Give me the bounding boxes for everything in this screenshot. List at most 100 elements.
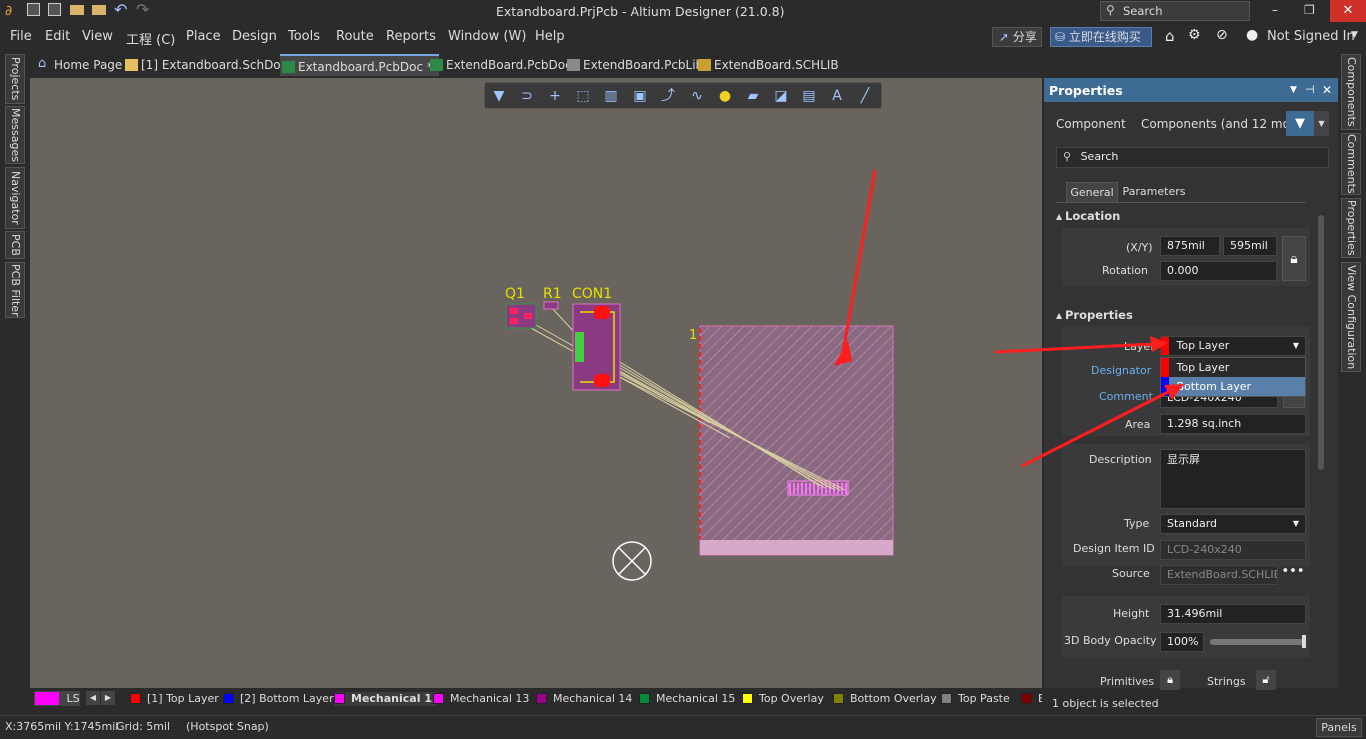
crosshair-icon[interactable]: +	[545, 86, 565, 106]
height-field[interactable]: 31.496mil	[1160, 604, 1306, 624]
menu-tools[interactable]: Tools	[288, 29, 320, 44]
dimension-icon[interactable]: ▤	[799, 86, 819, 106]
save-icon[interactable]	[27, 3, 40, 16]
layer-tab-mechanical-1[interactable]: Mechanical 1	[334, 692, 436, 706]
select-rect-icon[interactable]: ⬚	[573, 86, 593, 106]
open-icon[interactable]	[70, 5, 84, 15]
gear-icon[interactable]: ⚙	[1188, 27, 1201, 43]
panel-close-icon[interactable]: ✕	[1322, 83, 1332, 97]
layer-option-top[interactable]: Top Layer	[1161, 358, 1305, 377]
source-more-button[interactable]: •••	[1280, 565, 1306, 585]
filter-button[interactable]: ▼	[1286, 111, 1314, 136]
layer-tab-more[interactable]: B	[1021, 692, 1042, 706]
open-project-icon[interactable]	[92, 5, 106, 15]
strings-lock-icon[interactable]: 🔓︎	[1256, 670, 1276, 690]
tab-pcbdoc-active[interactable]: Extandboard.PcbDoc *	[280, 54, 439, 76]
filter-icon[interactable]: ▼	[489, 86, 509, 106]
layer-select[interactable]: Top Layer ▼	[1160, 336, 1306, 356]
route-icon[interactable]: ⤴	[658, 86, 678, 106]
menu-help[interactable]: Help	[535, 29, 565, 44]
buy-online-button[interactable]: ⛁ 立即在线购买	[1050, 27, 1152, 47]
panels-button[interactable]: Panels	[1316, 718, 1362, 737]
pin-icon[interactable]: ●	[715, 86, 735, 106]
layer-tab-bottom-overlay[interactable]: Bottom Overlay	[833, 692, 937, 706]
menu-place[interactable]: Place	[186, 29, 221, 44]
r1-body[interactable]	[543, 301, 559, 310]
layer-tab-top[interactable]: [1] Top Layer	[130, 692, 219, 706]
layer-scroll-right-icon[interactable]: ▶	[101, 691, 115, 705]
layer-tab-top-paste[interactable]: Top Paste	[941, 692, 1010, 706]
opacity-slider-thumb[interactable]	[1302, 635, 1306, 648]
tune-icon[interactable]: ∿	[687, 86, 707, 106]
collapse-properties-icon[interactable]: ▲	[1056, 311, 1062, 320]
save-all-icon[interactable]	[48, 3, 61, 16]
tab-parameters[interactable]: Parameters	[1120, 182, 1188, 202]
layer-tab-mechanical-14[interactable]: Mechanical 14	[536, 692, 632, 706]
panel-tab-properties[interactable]: Properties	[1341, 198, 1361, 258]
maximize-button[interactable]: ❐	[1304, 3, 1315, 17]
layer-tab-mechanical-15[interactable]: Mechanical 15	[639, 692, 735, 706]
x-field[interactable]: 875mil	[1160, 236, 1220, 256]
polygon-icon[interactable]: ▰	[743, 86, 763, 106]
opacity-field[interactable]: 100%	[1160, 632, 1204, 652]
lcd-component-body[interactable]	[699, 325, 894, 556]
description-field[interactable]: 显示屏	[1160, 449, 1306, 509]
chevron-down-icon[interactable]: ▼	[1351, 30, 1358, 40]
panel-menu-icon[interactable]: ▼	[1290, 85, 1297, 95]
filter-value[interactable]: Components (and 12 more)	[1141, 117, 1307, 131]
location-header[interactable]: Location	[1065, 209, 1120, 223]
opacity-slider-track[interactable]	[1210, 639, 1306, 645]
layer-tab-mechanical-13[interactable]: Mechanical 13	[433, 692, 529, 706]
redo-icon[interactable]: ↷	[136, 0, 149, 19]
tab-home-page[interactable]: ⌂ Home Page	[36, 54, 122, 76]
menu-view[interactable]: View	[82, 29, 113, 44]
keepout-icon[interactable]: ◪	[771, 86, 791, 106]
lock-icon[interactable]: 🔒︎	[1282, 236, 1306, 281]
text-icon[interactable]: A	[827, 86, 847, 106]
tab-pcblib[interactable]: ExtendBoard.PcbLib	[565, 54, 703, 76]
layer-tab-top-overlay[interactable]: Top Overlay	[742, 692, 824, 706]
tab-schlib[interactable]: ExtendBoard.SCHLIB	[696, 54, 839, 76]
layer-tab-bottom[interactable]: [2] Bottom Layer	[223, 692, 334, 706]
magnet-icon[interactable]: ⊃	[517, 86, 537, 106]
panel-tab-view-configuration[interactable]: View Configuration	[1341, 262, 1361, 372]
panel-tab-comments[interactable]: Comments	[1341, 133, 1361, 195]
panel-tab-navigator[interactable]: Navigator	[5, 167, 25, 229]
pcb-canvas[interactable]: Q1 R1 CON1 1	[30, 78, 1042, 688]
panel-tab-messages[interactable]: Messages	[5, 106, 25, 164]
panel-pin-icon[interactable]: ⊣	[1305, 83, 1315, 96]
tab-general[interactable]: General	[1066, 182, 1118, 202]
filter-dropdown[interactable]: ▼	[1314, 111, 1329, 136]
panel-tab-pcb-filter[interactable]: PCB Filter	[5, 262, 25, 318]
menu-route[interactable]: Route	[336, 29, 374, 44]
layer-scroll-left-icon[interactable]: ◀	[86, 691, 100, 705]
home-icon[interactable]: ⌂	[1165, 27, 1175, 45]
notifications-off-icon[interactable]: ⊘	[1216, 27, 1228, 43]
share-button[interactable]: ➚ 分享	[992, 27, 1042, 47]
type-select[interactable]: Standard ▼	[1160, 514, 1306, 534]
menu-design[interactable]: Design	[232, 29, 277, 44]
menu-window[interactable]: Window (W)	[448, 29, 526, 44]
minimize-button[interactable]: –	[1272, 3, 1278, 17]
layer-option-bottom[interactable]: Bottom Layer	[1161, 377, 1305, 396]
tab-schdoc[interactable]: [1] Extandboard.SchDoc *	[123, 54, 297, 76]
panel-scrollbar[interactable]	[1318, 215, 1324, 470]
collapse-location-icon[interactable]: ▲	[1056, 212, 1062, 221]
panel-tab-pcb[interactable]: PCB	[5, 231, 25, 259]
undo-icon[interactable]: ↶	[114, 0, 127, 19]
line-icon[interactable]: ╱	[855, 86, 875, 106]
y-field[interactable]: 595mil	[1223, 236, 1277, 256]
properties-section-header[interactable]: Properties	[1065, 308, 1133, 322]
properties-search[interactable]: ⚲ Search	[1056, 147, 1329, 168]
primitives-lock-icon[interactable]: 🔒︎	[1160, 670, 1180, 690]
menu-reports[interactable]: Reports	[386, 29, 436, 44]
global-search[interactable]: ⚲ Search	[1100, 1, 1250, 21]
component-icon[interactable]: ▣	[630, 86, 650, 106]
pcb-drawing[interactable]: Q1 R1 CON1 1	[30, 78, 1042, 688]
rotation-field[interactable]: 0.000	[1160, 261, 1277, 281]
tab-extendboard-pcbdoc[interactable]: ExtendBoard.PcbDoc	[428, 54, 572, 76]
menu-project[interactable]: 工程 (C)	[126, 29, 175, 48]
menu-file[interactable]: File	[10, 29, 32, 44]
layer-set-button[interactable]: LS	[34, 691, 80, 706]
panel-tab-components[interactable]: Components	[1341, 54, 1361, 130]
